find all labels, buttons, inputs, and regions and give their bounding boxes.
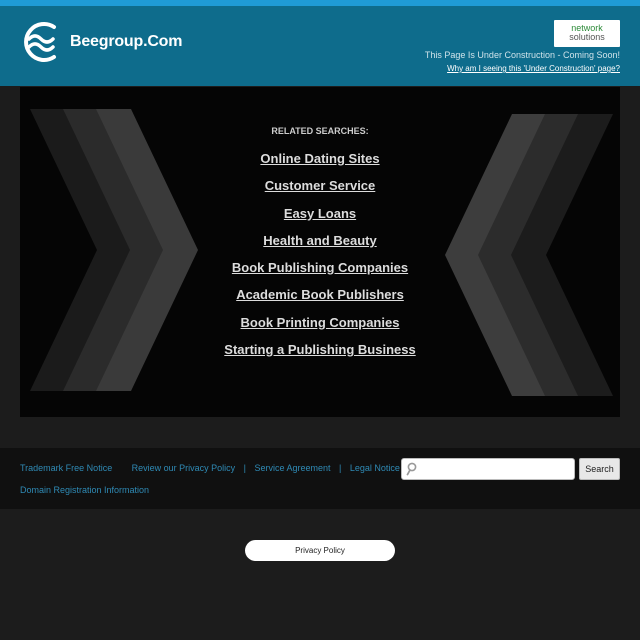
related-search-link[interactable]: Academic Book Publishers <box>236 287 404 302</box>
related-search-link[interactable]: Book Publishing Companies <box>232 260 408 275</box>
list-item: Health and Beauty <box>20 232 620 259</box>
why-under-construction-link[interactable]: Why am I seeing this 'Under Construction… <box>447 64 620 73</box>
related-search-link[interactable]: Starting a Publishing Business <box>224 342 415 357</box>
footer-separator: | <box>243 463 246 473</box>
header: Beegroup.Com network solutions This Page… <box>0 6 640 86</box>
related-search-link[interactable]: Health and Beauty <box>263 233 376 248</box>
search-input[interactable] <box>420 461 570 477</box>
privacy-policy-button[interactable]: Privacy Policy <box>245 540 395 561</box>
list-item: Academic Book Publishers <box>20 286 620 313</box>
related-search-link[interactable]: Book Printing Companies <box>241 315 400 330</box>
privacy-policy-link[interactable]: Review our Privacy Policy <box>132 463 236 473</box>
search-button[interactable]: Search <box>579 458 620 480</box>
under-construction-text: This Page Is Under Construction - Coming… <box>424 50 620 60</box>
list-item: Starting a Publishing Business <box>20 341 620 368</box>
ns-logo-line2: solutions <box>569 32 605 42</box>
list-item: Online Dating Sites <box>20 150 620 177</box>
related-search-link[interactable]: Customer Service <box>265 178 376 193</box>
footer-links: Trademark Free Notice | Review our Priva… <box>20 463 400 473</box>
list-item: Customer Service <box>20 177 620 204</box>
list-item: Book Publishing Companies <box>20 259 620 286</box>
trademark-notice-link[interactable]: Trademark Free Notice <box>20 463 112 473</box>
site-logo-icon[interactable] <box>20 19 60 65</box>
site-title[interactable]: Beegroup.Com <box>70 33 182 51</box>
service-agreement-link[interactable]: Service Agreement <box>254 463 330 473</box>
list-item: Book Printing Companies <box>20 314 620 341</box>
search-icon <box>406 462 417 476</box>
related-searches-list: Online Dating Sites Customer Service Eas… <box>20 150 620 368</box>
related-search-link[interactable]: Online Dating Sites <box>260 151 379 166</box>
related-searches-heading: RELATED SEARCHES: <box>271 126 369 136</box>
legal-notice-link[interactable]: Legal Notice <box>350 463 400 473</box>
related-search-link[interactable]: Easy Loans <box>284 206 356 221</box>
network-solutions-logo[interactable]: network solutions <box>554 20 620 47</box>
domain-registration-link[interactable]: Domain Registration Information <box>20 485 149 495</box>
footer-separator: | <box>339 463 342 473</box>
search-box[interactable] <box>401 458 575 480</box>
related-searches-panel: RELATED SEARCHES: Online Dating Sites Cu… <box>20 87 620 417</box>
list-item: Easy Loans <box>20 205 620 232</box>
